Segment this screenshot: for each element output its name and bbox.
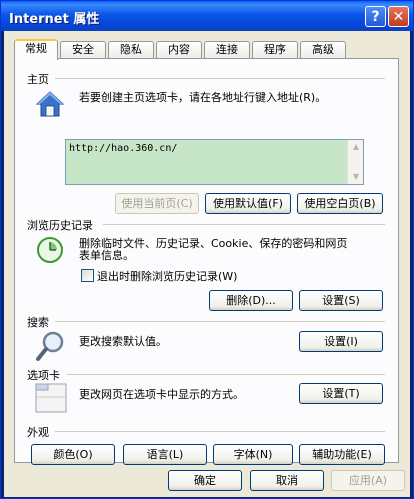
tabs-divider	[67, 374, 385, 375]
cancel-button[interactable]: 取消	[250, 470, 324, 491]
scroll-up-arrow-icon[interactable]: ▲	[350, 142, 362, 152]
use-default-button[interactable]: 使用默认值(F)	[205, 193, 291, 214]
fonts-button[interactable]: 字体(N)	[213, 444, 293, 465]
tabs-section-title: 选项卡	[27, 369, 60, 382]
dialog-client: 常规 安全 隐私 内容 连接 程序 高级 主页 若要创建主页选项卡，请在各地址行…	[4, 31, 410, 497]
history-section-title: 浏览历史记录	[27, 219, 93, 232]
tab-content[interactable]: 内容	[156, 41, 202, 59]
delete-on-exit-checkbox[interactable]	[81, 269, 94, 282]
tab-advanced[interactable]: 高级	[300, 41, 346, 59]
internet-properties-window: Internet 属性 ? ✕ 常规 安全 隐私 内容 连接 程序 高级 主页 …	[0, 0, 414, 499]
search-divider	[55, 321, 385, 322]
homepage-section-title: 主页	[27, 73, 49, 86]
url-scrollbar[interactable]: ▲ ▼	[347, 140, 363, 184]
homepage-url-textarea[interactable]: http://hao.360.cn/ ▲ ▼	[65, 139, 364, 185]
ok-button[interactable]: 确定	[168, 470, 242, 491]
appearance-divider	[55, 431, 385, 432]
tabs-description: 更改网页在选项卡中显示的方式。	[79, 388, 244, 401]
search-description: 更改搜索默认值。	[79, 335, 167, 348]
history-divider	[103, 224, 385, 225]
history-clock-icon	[37, 237, 63, 263]
accessibility-button[interactable]: 辅助功能(E)	[299, 444, 385, 465]
search-section-title: 搜索	[27, 316, 49, 329]
use-current-button[interactable]: 使用当前页(C)	[115, 193, 199, 214]
help-button[interactable]: ?	[365, 6, 386, 27]
homepage-divider	[55, 78, 385, 79]
apply-button[interactable]: 应用(A)	[331, 470, 405, 491]
scroll-down-arrow-icon[interactable]: ▼	[350, 172, 362, 182]
tab-general[interactable]: 常规	[14, 39, 58, 60]
tabs-window-icon	[35, 383, 67, 413]
tab-connections[interactable]: 连接	[204, 41, 250, 59]
general-tab-panel: 主页 若要创建主页选项卡，请在各地址行键入地址(R)。 http://hao.3…	[14, 58, 399, 465]
tabs-settings-button[interactable]: 设置(T)	[299, 383, 383, 404]
tab-programs[interactable]: 程序	[252, 41, 298, 59]
history-settings-button[interactable]: 设置(S)	[299, 290, 383, 311]
tab-security[interactable]: 安全	[60, 41, 106, 59]
delete-history-button[interactable]: 删除(D)...	[209, 290, 293, 311]
homepage-url-value: http://hao.360.cn/	[69, 143, 178, 154]
languages-button[interactable]: 语言(L)	[123, 444, 207, 465]
window-title: Internet 属性	[9, 12, 100, 27]
close-button[interactable]: ✕	[388, 6, 409, 27]
home-icon	[35, 91, 65, 117]
homepage-description: 若要创建主页选项卡，请在各地址行键入地址(R)。	[79, 91, 327, 104]
use-blank-button[interactable]: 使用空白页(B)	[297, 193, 383, 214]
title-bar[interactable]: Internet 属性 ? ✕	[1, 1, 413, 31]
delete-on-exit-label[interactable]: 退出时删除浏览历史记录(W)	[97, 270, 237, 283]
search-settings-button[interactable]: 设置(I)	[299, 331, 383, 352]
colors-button[interactable]: 颜色(O)	[31, 444, 115, 465]
tab-privacy[interactable]: 隐私	[108, 41, 154, 59]
appearance-section-title: 外观	[27, 426, 49, 439]
history-description-line2: 表单信息。	[79, 249, 134, 262]
search-magnifier-icon	[36, 331, 64, 361]
